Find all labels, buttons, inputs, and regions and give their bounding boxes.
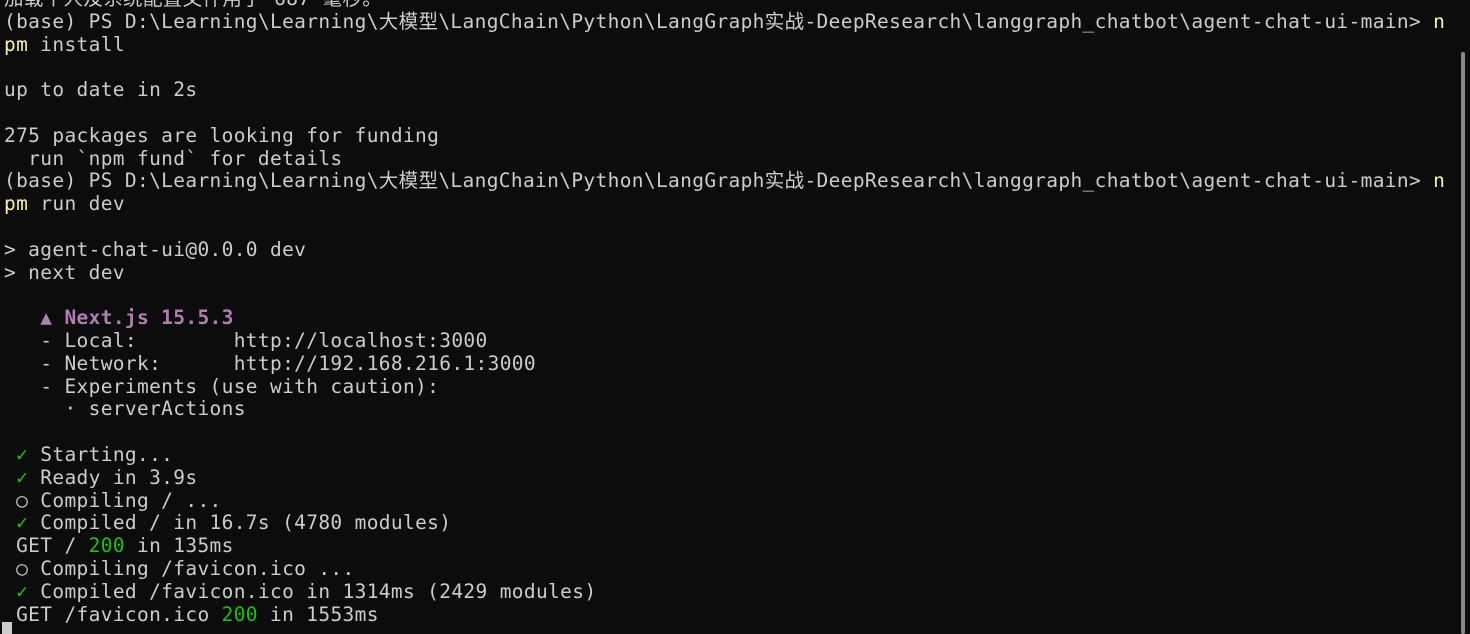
command-line: pm install <box>4 34 1448 57</box>
command-text: pm <box>4 193 29 216</box>
output-text: - Local: http://localhost:3000 <box>4 329 488 352</box>
status-code: 200 <box>88 535 125 558</box>
status-text: Compiled / in 16.7s (4780 modules) <box>28 512 452 535</box>
command-text: n <box>1433 10 1446 33</box>
output-line: ○ Compiling / ... <box>4 490 1448 513</box>
output-text: up to date in 2s <box>4 79 198 102</box>
request-path: GET /favicon.ico <box>4 603 222 626</box>
prompt-path: (base) PS D:\Learning\Learning\大模型\LangC… <box>4 170 1434 193</box>
output-text: run `npm fund` for details <box>4 147 343 170</box>
checkmark-icon: ✓ <box>16 466 29 489</box>
output-text: - Experiments (use with caution): <box>4 375 440 398</box>
output-line: - Local: http://localhost:3000 <box>4 330 1448 353</box>
status-line: ✓ Compiled /favicon.ico in 1314ms (2429 … <box>4 581 1448 604</box>
output-line: 加载个人及系统配置文件用了 687 毫秒。 <box>4 0 1448 11</box>
command-line: pm run dev <box>4 193 1448 216</box>
checkmark-icon: ✓ <box>16 512 29 535</box>
output-text: > agent-chat-ui@0.0.0 dev <box>4 238 307 261</box>
prompt-path: (base) PS D:\Learning\Learning\大模型\LangC… <box>4 10 1434 33</box>
output-line: - Network: http://192.168.216.1:3000 <box>4 353 1448 376</box>
terminal-output: 加载个人及系统配置文件用了 687 毫秒。(base) PS D:\Learni… <box>4 0 1448 626</box>
output-text: ○ Compiling / ... <box>4 489 222 512</box>
request-log-line: GET / 200 in 135ms <box>4 535 1448 558</box>
output-text: 加载个人及系统配置文件用了 687 毫秒。 <box>4 0 382 10</box>
checkmark-icon: ✓ <box>16 443 29 466</box>
output-text: ○ Compiling /favicon.ico ... <box>4 557 355 580</box>
status-line: ✓ Ready in 3.9s <box>4 467 1448 490</box>
status-text: Starting... <box>28 443 174 466</box>
scrollbar[interactable] <box>1452 0 1470 634</box>
output-line: 275 packages are looking for funding <box>4 125 1448 148</box>
output-line: - Experiments (use with caution): <box>4 376 1448 399</box>
request-path: GET / <box>4 535 89 558</box>
nextjs-version: ▲ Next.js 15.5.3 <box>40 307 234 330</box>
output-line: · serverActions <box>4 398 1448 421</box>
terminal-window[interactable]: 加载个人及系统配置文件用了 687 毫秒。(base) PS D:\Learni… <box>0 0 1470 634</box>
status-text: Compiled /favicon.ico in 1314ms (2429 mo… <box>28 580 597 603</box>
status-line: ✓ Compiled / in 16.7s (4780 modules) <box>4 512 1448 535</box>
scrollbar-thumb[interactable] <box>1461 52 1465 634</box>
nextjs-banner: ▲ Next.js 15.5.3 <box>4 307 1448 330</box>
checkmark-icon: ✓ <box>16 580 29 603</box>
request-duration: in 135ms <box>124 535 234 558</box>
status-code: 200 <box>221 603 258 626</box>
output-text: - Network: http://192.168.216.1:3000 <box>4 352 536 375</box>
command-text: pm <box>4 33 29 56</box>
output-text: · serverActions <box>4 398 246 421</box>
command-text: n <box>1433 170 1446 193</box>
command-args: run dev <box>28 193 125 216</box>
request-duration: in 1553ms <box>257 603 379 626</box>
output-text: 275 packages are looking for funding <box>4 124 440 147</box>
output-line: > next dev <box>4 262 1448 285</box>
prompt-line: (base) PS D:\Learning\Learning\大模型\LangC… <box>4 170 1448 193</box>
command-args: install <box>28 33 125 56</box>
output-line: up to date in 2s <box>4 79 1448 102</box>
status-text: Ready in 3.9s <box>28 466 198 489</box>
output-line: run `npm fund` for details <box>4 148 1448 171</box>
request-log-line: GET /favicon.ico 200 in 1553ms <box>4 604 1448 627</box>
output-line: > agent-chat-ui@0.0.0 dev <box>4 239 1448 262</box>
output-text: > next dev <box>4 261 125 284</box>
output-line: ○ Compiling /favicon.ico ... <box>4 558 1448 581</box>
prompt-line: (base) PS D:\Learning\Learning\大模型\LangC… <box>4 11 1448 34</box>
status-line: ✓ Starting... <box>4 444 1448 467</box>
text-cursor <box>2 622 12 634</box>
